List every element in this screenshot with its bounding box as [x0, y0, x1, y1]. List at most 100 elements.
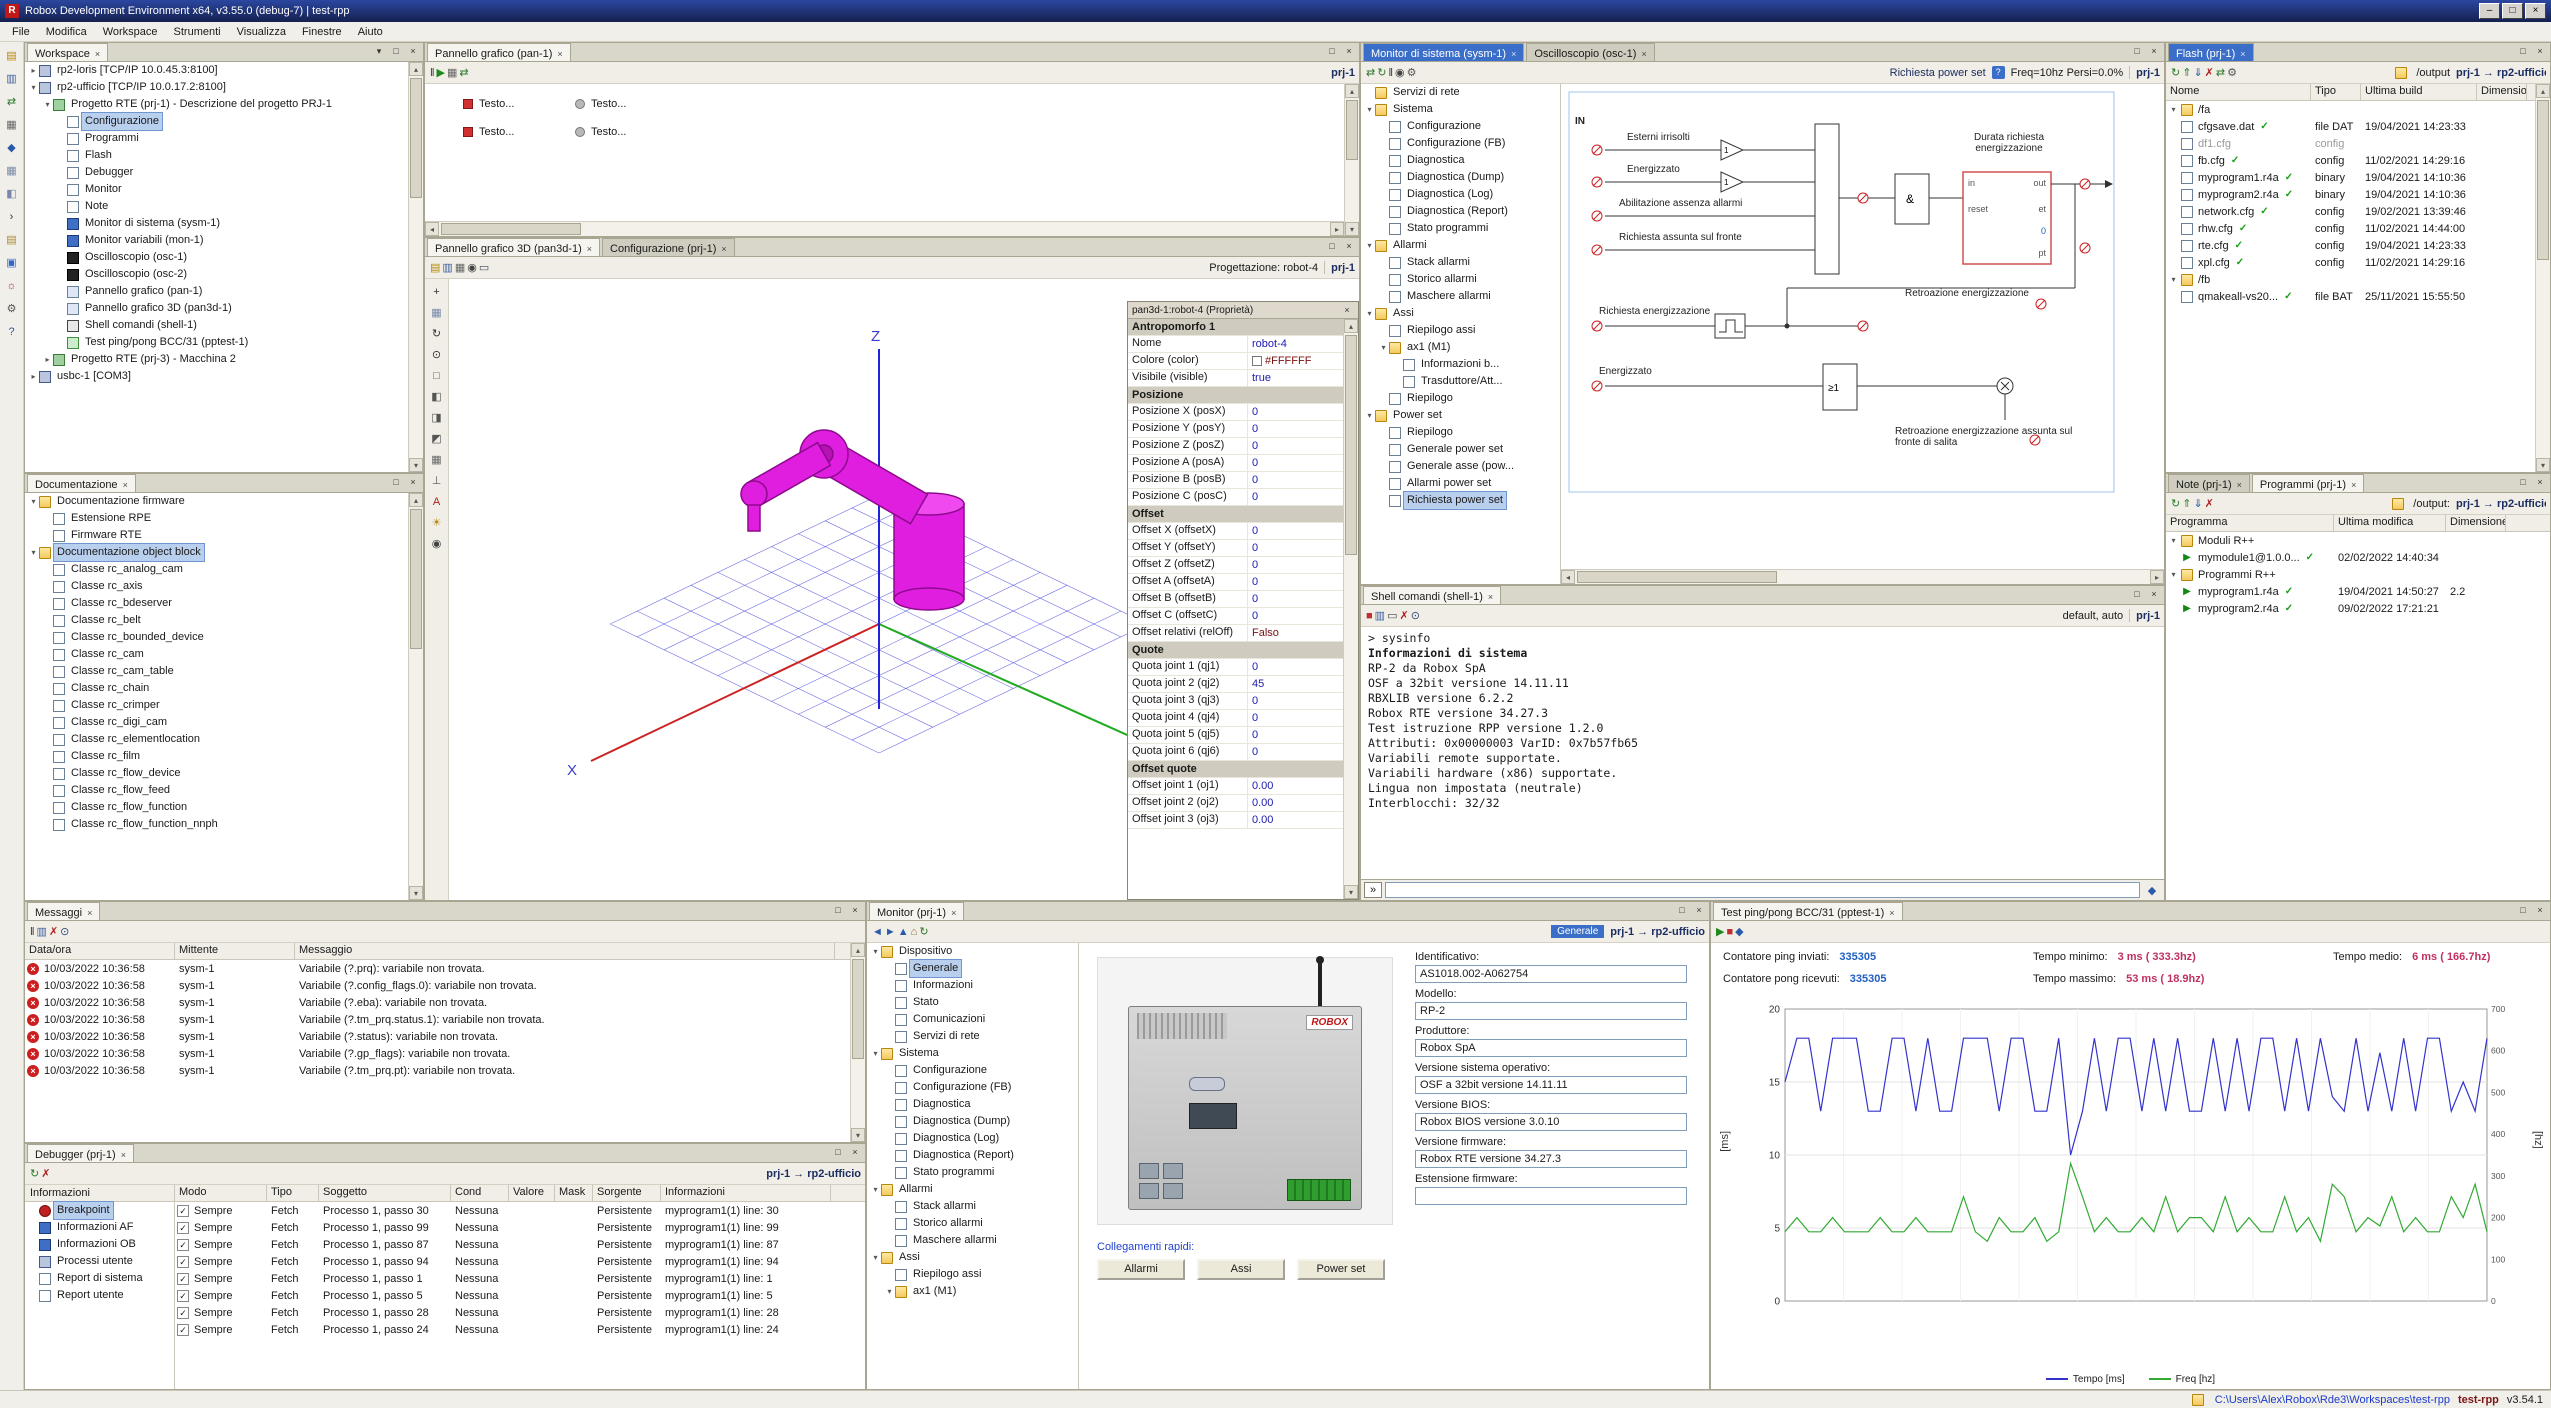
pause-icon[interactable]: ‖: [29, 925, 36, 939]
tree-item[interactable]: Oscilloscopio (osc-1): [25, 249, 423, 266]
float-icon[interactable]: □: [1325, 240, 1339, 253]
tree-item[interactable]: Riepilogo: [1361, 424, 1545, 441]
tree-item[interactable]: Classe rc_belt: [25, 612, 423, 629]
menu-item-strumenti[interactable]: Strumenti: [166, 24, 229, 40]
property-row[interactable]: Nomerobot-4: [1128, 336, 1343, 353]
column-header[interactable]: Messaggio: [295, 943, 835, 959]
table-row[interactable]: myprogram1.r4a✓binary19/04/2021 14:10:36: [2166, 169, 2535, 186]
table-row[interactable]: ▾Moduli R++: [2166, 532, 2550, 549]
tree-item[interactable]: Allarmi power set: [1361, 475, 1545, 492]
table-row[interactable]: network.cfg✓config19/02/2021 13:39:46: [2166, 203, 2535, 220]
property-row[interactable]: Posizione A (posA)0: [1128, 455, 1343, 472]
grid-icon[interactable]: ▦: [428, 451, 445, 467]
scope-icon[interactable]: ◆: [3, 139, 20, 155]
open-icon[interactable]: ▤: [429, 261, 441, 275]
tree-item[interactable]: Riepilogo assi: [1361, 322, 1545, 339]
tree-item[interactable]: Storico allarmi: [1361, 271, 1545, 288]
property-row[interactable]: Offset C (offsetC)0: [1128, 608, 1343, 625]
property-row[interactable]: Posizione Y (posY)0: [1128, 421, 1343, 438]
tree-item[interactable]: ▾Documentazione object block: [25, 544, 423, 561]
upload-icon[interactable]: ⇑: [2181, 66, 2192, 80]
tab-debugger[interactable]: Debugger (prj-1)×: [27, 1144, 134, 1162]
tree-item[interactable]: Classe rc_cam_table: [25, 663, 423, 680]
table-row[interactable]: ×10/03/2022 10:36:58sysm-1Variabile (?.t…: [25, 1011, 850, 1028]
tree-item[interactable]: ▾Sistema: [1361, 101, 1545, 118]
tree-item[interactable]: ▾Dispositivo: [867, 943, 1063, 960]
tab-documentazione[interactable]: Documentazione×: [27, 474, 136, 492]
tree-item[interactable]: Informazioni b...: [1361, 356, 1545, 373]
tree-item[interactable]: Diagnostica (Log): [867, 1130, 1063, 1147]
table-row[interactable]: ▶myprogram1.r4a✓19/04/2021 14:50:272.2: [2166, 583, 2550, 600]
tree-item[interactable]: ▾Allarmi: [1361, 237, 1545, 254]
close-icon[interactable]: ×: [406, 476, 420, 489]
property-row[interactable]: Quota joint 1 (qj1)0: [1128, 659, 1343, 676]
tree-item[interactable]: Classe rc_flow_device: [25, 765, 423, 782]
tab-monitor[interactable]: Monitor (prj-1)×: [869, 902, 964, 920]
property-row[interactable]: Offset B (offsetB)0: [1128, 591, 1343, 608]
field-value[interactable]: OSF a 32bit versione 14.11.11: [1415, 1076, 1687, 1094]
field-value[interactable]: Robox SpA: [1415, 1039, 1687, 1057]
menu-item-modifica[interactable]: Modifica: [38, 24, 95, 40]
save-icon[interactable]: ▥: [441, 261, 453, 275]
tree-item[interactable]: Shell comandi (shell-1): [25, 317, 423, 334]
tab-close-icon[interactable]: ×: [1641, 49, 1646, 59]
tree-item[interactable]: Monitor: [25, 181, 423, 198]
camera-icon[interactable]: ◉: [428, 535, 445, 551]
float-icon[interactable]: □: [831, 1146, 845, 1159]
tree-item[interactable]: ▾Progetto RTE (prj-1) - Descrizione del …: [25, 96, 423, 113]
tree-item[interactable]: ▾rp2-ufficio [TCP/IP 10.0.17.2:8100]: [25, 79, 423, 96]
tree-item[interactable]: ▾Documentazione firmware: [25, 493, 423, 510]
tree-item[interactable]: ▸Progetto RTE (prj-3) - Macchina 2: [25, 351, 423, 368]
tree-item[interactable]: Diagnostica (Report): [1361, 203, 1545, 220]
fwd-icon[interactable]: ►: [884, 925, 897, 939]
del-icon[interactable]: ✗: [48, 925, 59, 939]
pan-icon[interactable]: ▦: [3, 162, 20, 178]
tree-item[interactable]: Classe rc_elementlocation: [25, 731, 423, 748]
menu-item-finestre[interactable]: Finestre: [294, 24, 350, 40]
tree-item[interactable]: Classe rc_film: [25, 748, 423, 765]
scrollbar-vertical[interactable]: ▴▾: [1344, 84, 1359, 236]
tree-item[interactable]: Note: [25, 198, 423, 215]
tree-item[interactable]: ▾ax1 (M1): [867, 1283, 1063, 1300]
grid-icon[interactable]: ▦: [446, 66, 458, 80]
download-icon[interactable]: ⇓: [2192, 66, 2203, 80]
tree-item[interactable]: Classe rc_cam: [25, 646, 423, 663]
float-icon[interactable]: □: [2516, 904, 2530, 917]
tree-item[interactable]: Informazioni AF: [25, 1219, 174, 1236]
table-row[interactable]: xpl.cfg✓config11/02/2021 14:29:16: [2166, 254, 2535, 271]
panel-item[interactable]: Testo...: [575, 126, 626, 138]
menu-item-visualizza[interactable]: Visualizza: [229, 24, 294, 40]
float-icon[interactable]: □: [1325, 45, 1339, 58]
gear-icon[interactable]: ⚙: [1406, 66, 1418, 80]
tree-item[interactable]: ▾Allarmi: [867, 1181, 1063, 1198]
tab-programmi[interactable]: Programmi (prj-1)×: [2252, 474, 2364, 492]
close-icon[interactable]: ×: [1340, 304, 1354, 317]
rotate-icon[interactable]: ↻: [428, 325, 445, 341]
column-header[interactable]: Valore: [509, 1185, 555, 1201]
field-value[interactable]: Robox RTE versione 34.27.3: [1415, 1150, 1687, 1168]
table-row[interactable]: fb.cfg✓config11/02/2021 14:29:16: [2166, 152, 2535, 169]
tab-close-icon[interactable]: ×: [1511, 49, 1516, 59]
close-icon[interactable]: ×: [848, 1146, 862, 1159]
tab-flash[interactable]: Flash (prj-1)×: [2168, 43, 2254, 61]
float-icon[interactable]: □: [2130, 588, 2144, 601]
property-row[interactable]: Quota joint 4 (qj4)0: [1128, 710, 1343, 727]
light-icon[interactable]: ☀: [428, 514, 445, 530]
refresh-icon[interactable]: ↻: [1376, 66, 1387, 80]
tree-item[interactable]: ▾ax1 (M1): [1361, 339, 1545, 356]
tree-item[interactable]: Stato programmi: [867, 1164, 1063, 1181]
play-icon[interactable]: ▶: [436, 66, 446, 80]
table-row[interactable]: ▾/fb: [2166, 271, 2535, 288]
tab-pan3d[interactable]: Pannello grafico 3D (pan3d-1)×: [427, 238, 600, 256]
tree-item[interactable]: Processi utente: [25, 1253, 174, 1270]
tab-close-icon[interactable]: ×: [1889, 908, 1894, 918]
tree-item[interactable]: Flash: [25, 147, 423, 164]
close-icon[interactable]: ×: [1342, 45, 1356, 58]
tree-item[interactable]: Firmware RTE: [25, 527, 423, 544]
float-icon[interactable]: □: [2516, 476, 2530, 489]
table-row[interactable]: ×10/03/2022 10:36:58sysm-1Variabile (?.s…: [25, 1028, 850, 1045]
tab-close-icon[interactable]: ×: [2237, 480, 2242, 490]
print-icon[interactable]: ▭: [478, 261, 490, 275]
column-header[interactable]: Mask: [555, 1185, 593, 1201]
close-icon[interactable]: ×: [2533, 904, 2547, 917]
